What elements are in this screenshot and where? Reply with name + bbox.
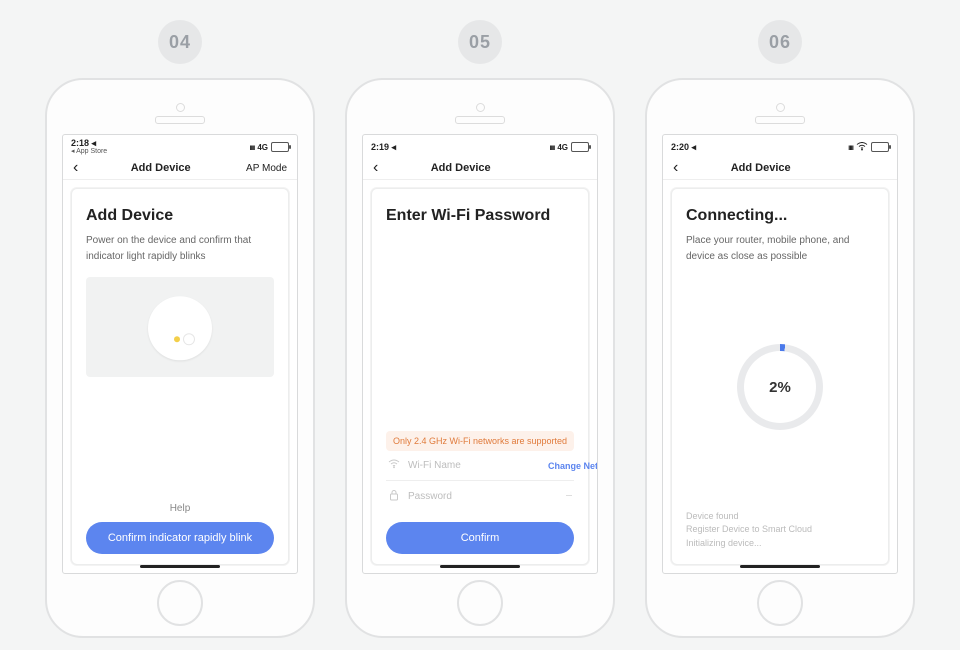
step-badge-05: 05	[458, 20, 502, 64]
status-time: 2:19	[371, 142, 389, 152]
toggle-password-visibility-icon[interactable]: ┄	[566, 491, 572, 502]
card-heading: Enter Wi-Fi Password	[386, 207, 574, 225]
card-description: Place your router, mobile phone, and dev…	[686, 233, 874, 265]
speaker-slot	[155, 116, 205, 124]
battery-icon	[871, 142, 889, 152]
camera-dot	[476, 103, 485, 112]
confirm-wifi-button[interactable]: Confirm	[386, 522, 574, 554]
speaker-slot	[455, 116, 505, 124]
home-button[interactable]	[157, 580, 203, 626]
location-arrow-icon: ◂	[392, 142, 397, 152]
cell-signal-icon: ıııı	[549, 143, 554, 152]
status-left: 2:18 ◂ ◂ App Store	[71, 139, 107, 155]
phone-frame-05: 2:19 ◂ ıııı 4G ‹ Add Device Enter Wi-Fi …	[345, 78, 615, 638]
ios-status-bar: 2:19 ◂ ıııı 4G	[363, 135, 597, 157]
progress-area: 2%	[686, 277, 874, 498]
wifi-band-warning: Only 2.4 GHz Wi-Fi networks are supporte…	[386, 431, 574, 451]
phone-top	[155, 80, 205, 124]
wifi-status-icon	[856, 142, 868, 153]
home-button[interactable]	[457, 580, 503, 626]
card-heading: Add Device	[86, 207, 274, 225]
home-indicator[interactable]	[140, 565, 220, 568]
phone-frame-04: 2:18 ◂ ◂ App Store ıııı 4G ‹ Add Device …	[45, 78, 315, 638]
nav-title: Add Device	[378, 162, 543, 174]
phone-top	[455, 80, 505, 124]
connection-status-list: Device found Register Device to Smart Cl…	[686, 510, 874, 551]
card-wifi-password: Enter Wi-Fi Password Only 2.4 GHz Wi-Fi …	[371, 188, 589, 565]
nav-bar: ‹ Add Device	[363, 157, 597, 180]
progress-percent-label: 2%	[744, 351, 816, 423]
cell-signal-icon: ıııı	[848, 143, 853, 152]
camera-dot	[776, 103, 785, 112]
wifi-name-input[interactable]	[406, 459, 542, 472]
card-heading: Connecting...	[686, 207, 874, 225]
phone-top	[755, 80, 805, 124]
status-left: 2:19 ◂	[371, 143, 396, 152]
step-badge-06: 06	[758, 20, 802, 64]
confirm-indicator-button[interactable]: Confirm indicator rapidly blink	[86, 522, 274, 554]
battery-icon	[571, 142, 589, 152]
status-time: 2:18	[71, 138, 89, 148]
step-badge-04: 04	[158, 20, 202, 64]
help-link[interactable]: Help	[86, 503, 274, 514]
network-label: 4G	[257, 143, 268, 152]
password-input[interactable]	[406, 490, 560, 503]
status-right: ıııı 4G	[549, 142, 589, 152]
card-connecting: Connecting... Place your router, mobile …	[671, 188, 889, 565]
camera-dot	[176, 103, 185, 112]
wifi-name-row: Change Network	[386, 451, 574, 481]
phone-frame-06: 2:20 ◂ ıııı ‹ Add Device	[645, 78, 915, 638]
nav-title: Add Device	[78, 162, 243, 174]
password-row: ┄	[386, 481, 574, 512]
status-right: ıııı 4G	[249, 142, 289, 152]
nav-bar: ‹ Add Device	[663, 157, 897, 180]
location-arrow-icon: ◂	[692, 142, 697, 152]
status-time: 2:20	[671, 142, 689, 152]
nav-title: Add Device	[678, 162, 843, 174]
nav-bar: ‹ Add Device AP Mode	[63, 157, 297, 180]
screen-04: 2:18 ◂ ◂ App Store ıııı 4G ‹ Add Device …	[62, 134, 298, 574]
device-illustration	[86, 277, 274, 377]
status-line-3: Initializing device...	[686, 537, 874, 551]
home-indicator[interactable]	[440, 565, 520, 568]
speaker-slot	[755, 116, 805, 124]
card-description: Power on the device and confirm that ind…	[86, 233, 274, 265]
home-button[interactable]	[757, 580, 803, 626]
change-network-link[interactable]: Change Network	[548, 461, 598, 471]
indicator-ring-icon	[183, 333, 195, 345]
ap-mode-link[interactable]: AP Mode	[243, 163, 287, 174]
indicator-dot-icon	[174, 336, 180, 342]
onboarding-steps-row: 04 2:18 ◂ ◂ App Store ıııı 4G	[0, 0, 960, 638]
step-06: 06 2:20 ◂ ıııı	[645, 20, 915, 638]
location-arrow-icon: ◂	[92, 138, 97, 148]
ios-status-bar: 2:18 ◂ ◂ App Store ıııı 4G	[63, 135, 297, 157]
wifi-icon	[388, 459, 400, 472]
ios-status-bar: 2:20 ◂ ıııı	[663, 135, 897, 157]
card-add-device: Add Device Power on the device and confi…	[71, 188, 289, 565]
battery-icon	[271, 142, 289, 152]
network-label: 4G	[557, 143, 568, 152]
screen-05: 2:19 ◂ ıııı 4G ‹ Add Device Enter Wi-Fi …	[362, 134, 598, 574]
status-right: ıııı	[848, 142, 889, 153]
home-indicator[interactable]	[740, 565, 820, 568]
step-04: 04 2:18 ◂ ◂ App Store ıııı 4G	[45, 20, 315, 638]
status-line-2: Register Device to Smart Cloud	[686, 523, 874, 537]
lock-icon	[388, 489, 400, 504]
status-line-1: Device found	[686, 510, 874, 524]
progress-ring-icon: 2%	[737, 344, 823, 430]
status-left: 2:20 ◂	[671, 143, 696, 152]
device-bulb-icon	[148, 296, 212, 360]
step-05: 05 2:19 ◂ ıııı 4G ‹	[345, 20, 615, 638]
back-to-appstore[interactable]: ◂ App Store	[71, 148, 107, 155]
screen-06: 2:20 ◂ ıııı ‹ Add Device	[662, 134, 898, 574]
cell-signal-icon: ıııı	[249, 143, 254, 152]
